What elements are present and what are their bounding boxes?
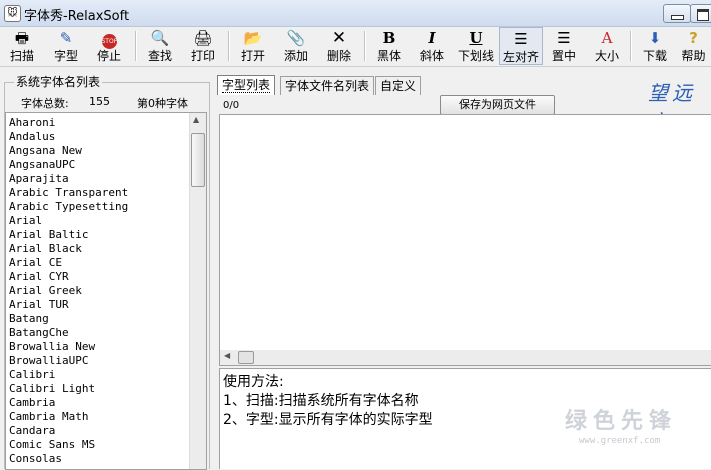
font-size-icon: A: [601, 29, 613, 47]
tab-font-file-list[interactable]: 字体文件名列表: [280, 76, 375, 95]
usage-step-glyph: 2、字型:显示所有字体的实际字型: [223, 412, 433, 428]
glyph-counter: 0/0: [223, 100, 240, 111]
font-list-item[interactable]: Arial TUR: [9, 298, 189, 312]
printer-icon: 🖨: [193, 29, 213, 47]
font-list-item[interactable]: Calibri Light: [9, 382, 189, 396]
font-size-button[interactable]: A 大小: [585, 27, 629, 65]
font-listbox[interactable]: Aharoni Andalus Angsana New AngsanaUPC Apara…: [5, 112, 207, 470]
font-count-value: 155: [89, 95, 110, 108]
stop-button[interactable]: STOP 停止: [87, 27, 131, 65]
font-list-item[interactable]: Arial CE: [9, 256, 189, 270]
font-list-item[interactable]: AngsanaUPC: [9, 158, 189, 172]
font-list-item[interactable]: Arabic Transparent: [9, 186, 189, 200]
font-list-item[interactable]: Arial Greek: [9, 284, 189, 298]
paperclip-icon: 📎: [286, 29, 306, 47]
underline-button[interactable]: U 下划线: [453, 27, 499, 65]
font-list-items: Aharoni Andalus Angsana New AngsanaUPC Apara…: [9, 116, 189, 466]
align-center-icon: ☰: [557, 29, 571, 47]
open-button[interactable]: 📂 打开: [231, 27, 275, 65]
font-list-item[interactable]: Cambria Math: [9, 410, 189, 424]
font-list-item[interactable]: Andalus: [9, 130, 189, 144]
delete-button[interactable]: ✕ 删除: [317, 27, 361, 65]
toolbar-separator: [228, 31, 230, 61]
add-button[interactable]: 📎 添加: [274, 27, 318, 65]
usage-step-scan: 1、扫描:扫描系统所有字体名称: [223, 393, 419, 409]
scrollbar-thumb[interactable]: [191, 133, 205, 187]
scroll-left-icon[interactable]: ◀: [224, 351, 230, 360]
save-as-webpage-button[interactable]: 保存为网页文件: [440, 95, 555, 115]
delete-x-icon: ✕: [331, 28, 347, 48]
tab-custom[interactable]: 自定义: [375, 76, 422, 95]
bold-icon: B: [382, 29, 396, 47]
italic-icon: I: [428, 29, 436, 47]
font-list-item[interactable]: Angsana New: [9, 144, 189, 158]
italic-button[interactable]: I 斜体: [410, 27, 454, 65]
help-icon: ?: [689, 29, 698, 47]
stop-sign-icon: STOP: [87, 28, 131, 49]
font-list-item[interactable]: Browallia New: [9, 340, 189, 354]
font-list-item[interactable]: BatangChe: [9, 326, 189, 340]
search-document-icon: 🔍: [150, 29, 170, 47]
printer-scan-icon: 🖶: [14, 29, 30, 47]
download-icon: ⬇: [648, 29, 662, 47]
scroll-up-icon[interactable]: ▲: [193, 115, 199, 124]
glyph-button[interactable]: ✎ 字型: [44, 27, 88, 65]
download-button[interactable]: ⬇ 下载: [633, 27, 677, 65]
print-button[interactable]: 🖨 打印: [181, 27, 225, 65]
watermark-url: www.greenxf.com: [579, 436, 661, 446]
underline-icon: U: [469, 29, 483, 47]
font-list-item[interactable]: Calibri: [9, 368, 189, 382]
font-list-item[interactable]: Candara: [9, 424, 189, 438]
font-list-item[interactable]: BrowalliaUPC: [9, 354, 189, 368]
font-list-scrollbar[interactable]: ▲: [189, 113, 206, 469]
font-list-item[interactable]: Arabic Typesetting: [9, 200, 189, 214]
font-list-item[interactable]: Arial Black: [9, 242, 189, 256]
bold-button[interactable]: B 黑体: [367, 27, 411, 65]
site-watermark: 绿色先锋 www.greenxf.com: [563, 403, 703, 453]
toolbar-separator: [364, 31, 366, 61]
font-list-item[interactable]: Batang: [9, 312, 189, 326]
open-folder-icon: 📂: [243, 29, 263, 47]
title-bar: 🐭 字体秀-RelaxSoft: [0, 0, 711, 27]
watermark-title: 绿色先锋: [565, 409, 678, 434]
app-mouse-icon[interactable]: 🐭: [4, 5, 21, 22]
maximize-button[interactable]: [690, 4, 711, 23]
group-title: 系统字体名列表: [14, 75, 103, 89]
glyph-preview-area[interactable]: [219, 114, 711, 352]
font-index-label: 第0种字体: [137, 97, 188, 110]
font-list-item[interactable]: Arial CYR: [9, 270, 189, 284]
font-list-item[interactable]: Aparajita: [9, 172, 189, 186]
align-left-icon: ☰: [514, 30, 528, 48]
scan-button[interactable]: 🖶 扫描: [0, 27, 44, 65]
font-wand-icon: ✎: [59, 29, 73, 47]
window-title: 字体秀-RelaxSoft: [24, 9, 130, 24]
font-list-item[interactable]: Cambria: [9, 396, 189, 410]
hscroll-thumb[interactable]: [238, 351, 254, 364]
center-button[interactable]: ☰ 置中: [542, 27, 586, 65]
help-button[interactable]: ? 帮助: [676, 27, 711, 65]
find-button[interactable]: 🔍 查找: [138, 27, 182, 65]
font-list-item[interactable]: Arial: [9, 214, 189, 228]
font-list-item[interactable]: Consolas: [9, 452, 189, 466]
toolbar-separator: [135, 31, 137, 61]
tab-glyph-list[interactable]: 字型列表: [217, 75, 276, 95]
font-list-item[interactable]: Comic Sans MS: [9, 438, 189, 452]
minimize-button[interactable]: [663, 4, 691, 23]
toolbar-separator: [630, 31, 632, 61]
align-left-button[interactable]: ☰ 左对齐: [499, 27, 543, 65]
font-list-item[interactable]: Arial Baltic: [9, 228, 189, 242]
usage-title: 使用方法:: [223, 374, 284, 390]
font-count-label: 字体总数:: [21, 97, 69, 110]
font-list-item[interactable]: Aharoni: [9, 116, 189, 130]
preview-hscrollbar[interactable]: ◀: [219, 350, 711, 366]
toolbar: 🖶 扫描 ✎ 字型 STOP 停止 🔍 查找 🖨 打印 📂 打开 📎 添加 ✕ …: [0, 27, 711, 67]
